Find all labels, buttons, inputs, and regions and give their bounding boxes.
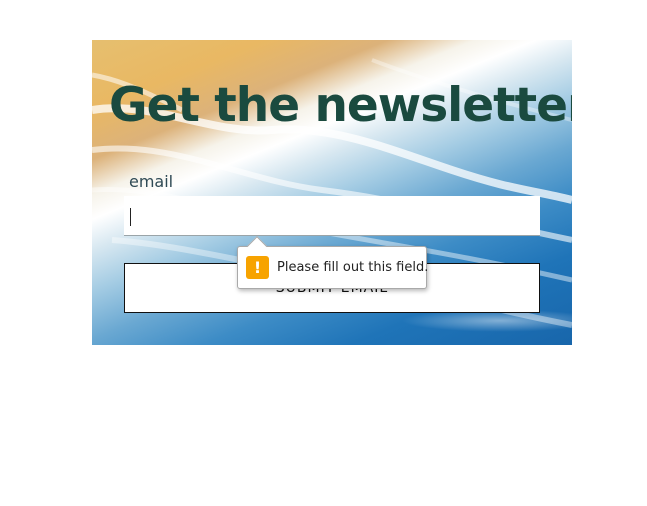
text-caret xyxy=(130,208,131,226)
email-label: email xyxy=(129,172,174,191)
page-title: Get the newsletter! xyxy=(109,78,572,133)
email-field[interactable] xyxy=(124,196,540,236)
validation-tooltip: ! Please fill out this field. xyxy=(237,236,429,289)
validation-message: Please fill out this field. xyxy=(277,260,429,275)
warning-icon: ! xyxy=(246,256,269,279)
newsletter-card: Get the newsletter! email SUBMIT EMAIL xyxy=(92,40,572,345)
